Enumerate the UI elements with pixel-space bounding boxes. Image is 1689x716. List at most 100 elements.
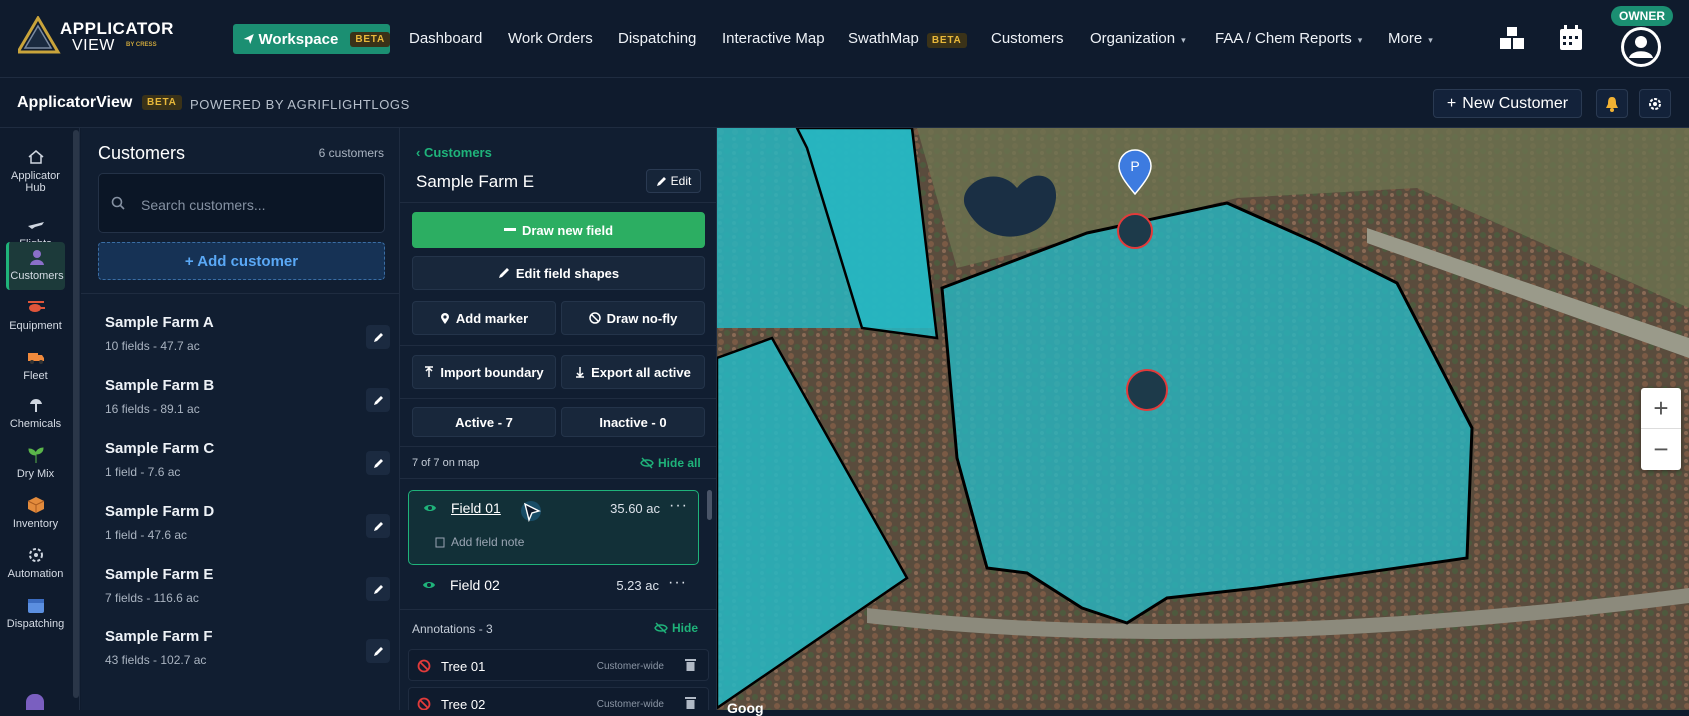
box-icon	[27, 497, 44, 513]
fields-scrollbar[interactable]	[707, 490, 712, 520]
tab-active[interactable]: Active - 7	[412, 407, 556, 437]
on-map-count: 7 of 7 on map	[412, 457, 480, 469]
rail-fleet[interactable]: Fleet	[6, 348, 65, 382]
nav-organization-label: Organization	[1090, 30, 1176, 47]
customer-item[interactable]: Sample Farm B 16 fields - 89.1 ac	[105, 377, 390, 425]
customer-item[interactable]: Sample Farm E 7 fields - 116.6 ac	[105, 566, 390, 614]
field-note-label: Add field note	[451, 535, 525, 549]
divider	[400, 609, 716, 610]
rail-automation[interactable]: Automation	[6, 546, 65, 580]
draw-no-fly-button[interactable]: Draw no-fly	[561, 301, 705, 335]
rail-equipment[interactable]: Equipment	[6, 298, 65, 332]
applicatorview-logo[interactable]: APPLICATOR VIEW BY CRESS	[18, 16, 173, 56]
search-icon	[111, 196, 125, 210]
field-name[interactable]: Field 02	[450, 577, 500, 593]
annotation-item[interactable]: Tree 02 Customer-wide	[408, 687, 709, 710]
workspace-button[interactable]: Workspace BETA	[233, 24, 390, 54]
export-label: Export all active	[591, 364, 691, 380]
notifications-button[interactable]	[1596, 89, 1628, 118]
customers-title: Customers	[98, 143, 186, 163]
customer-name: Sample Farm C	[105, 440, 215, 457]
plus-icon: +	[1446, 94, 1457, 112]
rail-applicator-hub[interactable]: Applicator Hub	[6, 148, 65, 194]
list-item[interactable]: Field 02 5.23 ac ···	[408, 572, 699, 600]
trash-icon[interactable]	[685, 696, 696, 709]
nav-organization[interactable]: Organization ▾	[1090, 30, 1186, 47]
add-field-note[interactable]: Add field note	[435, 535, 524, 549]
more-options-icon[interactable]: ···	[668, 574, 687, 592]
breadcrumb[interactable]: ‹ Customers	[416, 145, 492, 160]
customer-meta: 7 fields - 116.6 ac	[105, 591, 199, 605]
workspace-label: Workspace	[258, 30, 339, 48]
settings-button[interactable]	[1639, 89, 1671, 118]
nav-dispatching[interactable]: Dispatching	[618, 30, 696, 47]
helicopter-icon	[27, 301, 45, 312]
calendar-icon[interactable]	[1559, 25, 1583, 51]
customer-meta: 10 fields - 47.7 ac	[105, 339, 200, 353]
eye-icon[interactable]	[422, 580, 436, 590]
hide-annotations-button[interactable]: Hide	[654, 621, 698, 635]
search-input[interactable]: Search customers...	[141, 197, 266, 213]
field-card-selected[interactable]: Field 01 35.60 ac ··· Add field note	[408, 490, 699, 565]
edit-label: Edit	[670, 174, 692, 188]
nav-faa-chem-reports[interactable]: FAA / Chem Reports ▾	[1215, 30, 1362, 47]
rail-dry-mix[interactable]: Dry Mix	[6, 446, 65, 480]
boxes-icon[interactable]	[1499, 26, 1525, 52]
edit-shapes-label: Edit field shapes	[515, 265, 620, 281]
customer-item[interactable]: Sample Farm C 1 field - 7.6 ac	[105, 440, 390, 488]
calendar-icon	[27, 599, 44, 613]
trash-icon[interactable]	[685, 658, 696, 671]
new-customer-label: New Customer	[1462, 94, 1569, 112]
nav-more[interactable]: More ▾	[1388, 30, 1433, 47]
rail-dispatching[interactable]: Dispatching	[6, 596, 65, 630]
edit-customer-button[interactable]	[366, 514, 390, 538]
rail-inventory[interactable]: Inventory	[6, 496, 65, 530]
rail-customers[interactable]: Customers	[6, 242, 65, 290]
edit-customer-button[interactable]: Edit	[646, 169, 701, 193]
annotation-item[interactable]: Tree 01 Customer-wide	[408, 649, 709, 681]
customer-item[interactable]: Sample Farm A 10 fields - 47.7 ac	[105, 314, 390, 362]
field-name[interactable]: Field 01	[451, 500, 501, 516]
nav-work-orders[interactable]: Work Orders	[508, 30, 593, 47]
new-customer-button[interactable]: + New Customer	[1433, 89, 1582, 118]
edit-customer-button[interactable]	[366, 639, 390, 663]
edit-customer-button[interactable]	[366, 388, 390, 412]
search-box[interactable]: Search customers...	[98, 173, 385, 233]
map-canvas[interactable]: P	[717, 128, 1689, 710]
import-boundary-button[interactable]: Import boundary	[412, 355, 556, 389]
nav-customers[interactable]: Customers	[991, 30, 1064, 47]
hazard-marker[interactable]	[1126, 369, 1168, 411]
edit-field-shapes-button[interactable]: Edit field shapes	[412, 256, 705, 290]
nav-swathmap[interactable]: SwathMap BETA	[848, 30, 967, 48]
rail-chemicals[interactable]: Chemicals	[6, 396, 65, 430]
edit-customer-button[interactable]	[366, 451, 390, 475]
draw-new-field-button[interactable]: Draw new field	[412, 212, 705, 248]
tab-inactive[interactable]: Inactive - 0	[561, 407, 705, 437]
satellite-map[interactable]: P	[717, 128, 1689, 710]
divider	[81, 293, 400, 294]
customer-name: Sample Farm A	[105, 314, 214, 331]
hazard-marker[interactable]	[1117, 213, 1153, 249]
edit-customer-button[interactable]	[366, 577, 390, 601]
hide-all-button[interactable]: Hide all	[640, 456, 701, 470]
list-item[interactable]: Field 01 35.60 ac ···	[409, 495, 700, 523]
customer-item[interactable]: Sample Farm F 43 fields - 102.7 ac	[105, 628, 390, 676]
zoom-out-button[interactable]: −	[1641, 429, 1681, 470]
add-marker-button[interactable]: Add marker	[412, 301, 556, 335]
truck-icon	[27, 353, 44, 364]
more-options-icon[interactable]: ···	[669, 497, 688, 515]
customer-item[interactable]: Sample Farm D 1 field - 47.6 ac	[105, 503, 390, 551]
add-customer-button[interactable]: + Add customer	[98, 242, 385, 280]
avatar[interactable]	[1621, 27, 1661, 67]
nav-dashboard[interactable]: Dashboard	[409, 30, 482, 47]
swathmap-beta-badge: BETA	[926, 33, 967, 48]
nav-interactive-map[interactable]: Interactive Map	[722, 30, 825, 47]
export-all-button[interactable]: Export all active	[561, 355, 705, 389]
zoom-in-button[interactable]: +	[1641, 388, 1681, 429]
rail-label: Applicator Hub	[11, 170, 60, 194]
eye-icon[interactable]	[423, 503, 437, 513]
active-label: Active - 7	[455, 414, 513, 430]
edit-customer-button[interactable]	[366, 325, 390, 349]
rail-scrollbar[interactable]	[73, 130, 79, 698]
rail-more-icon[interactable]	[26, 694, 44, 710]
